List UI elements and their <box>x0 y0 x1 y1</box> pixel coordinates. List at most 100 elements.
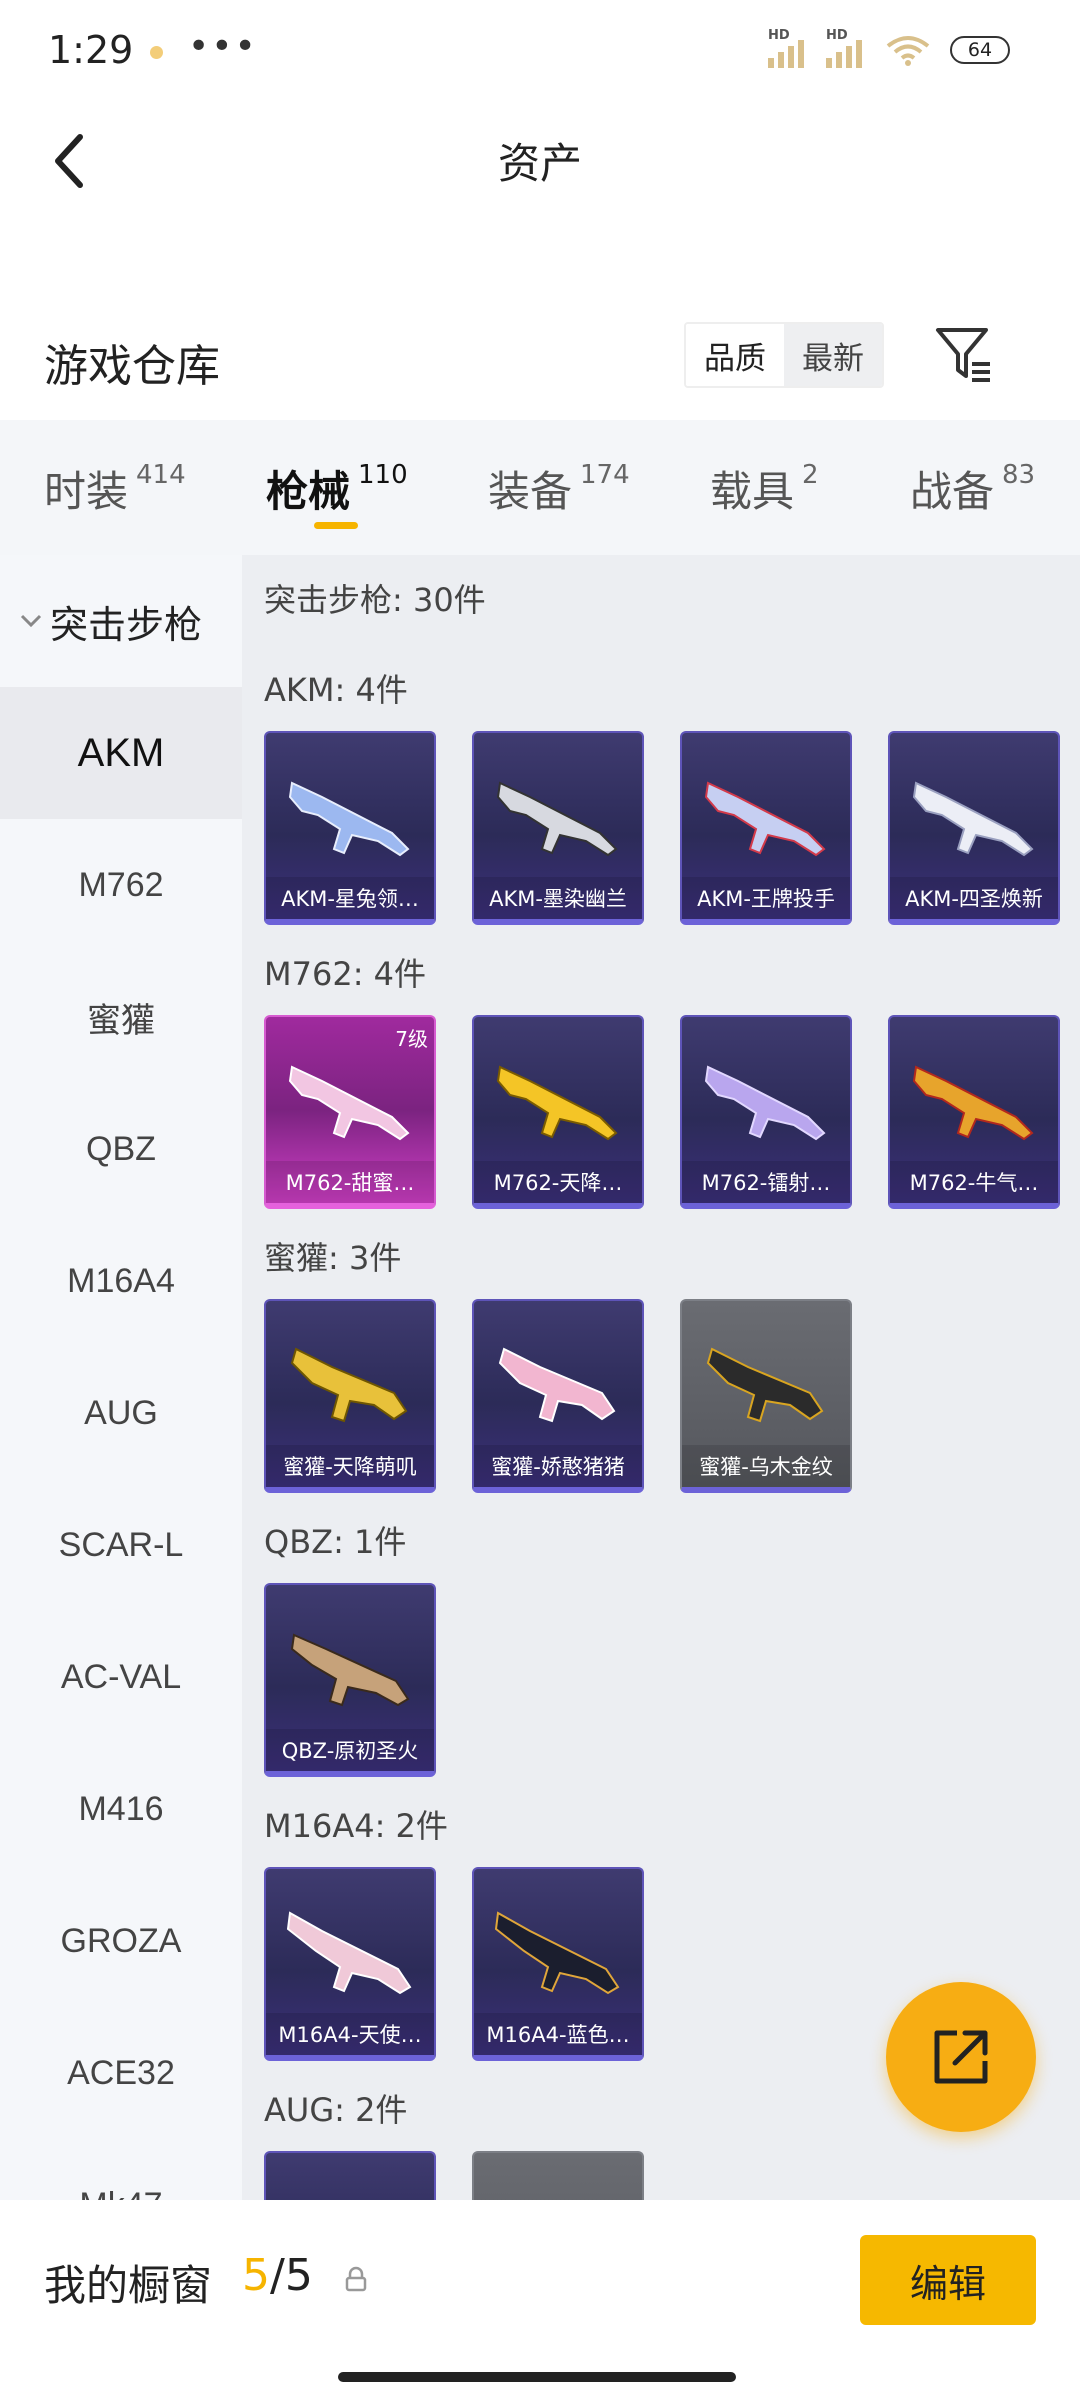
edit-button[interactable]: 编辑 <box>860 2235 1036 2325</box>
showcase-label: 我的橱窗 <box>44 2261 213 2310</box>
share-button[interactable] <box>886 1982 1036 2132</box>
tab-label: 枪械 <box>266 467 351 516</box>
header: 资产 <box>0 100 1080 220</box>
showcase-current: 5 <box>242 2250 270 2301</box>
sidebar-item-honey-badger[interactable]: 蜜獾 <box>0 951 242 1083</box>
bottom-bar: 我的橱窗 5/5 编辑 <box>0 2200 1080 2400</box>
wifi-icon <box>886 36 930 66</box>
tab-supplies[interactable]: 战备 83 <box>910 458 1035 519</box>
chevron-down-icon <box>20 614 42 628</box>
rifle-icon <box>912 781 1034 857</box>
weapon-card[interactable]: 7级 M762-甜蜜… <box>264 1015 436 1209</box>
tab-count: 110 <box>358 460 408 490</box>
status-time: 1:29 <box>48 28 134 72</box>
battery-icon: 64 <box>950 36 1010 64</box>
tab-equipment[interactable]: 装备 174 <box>488 458 630 519</box>
weapon-card-name: QBZ-原初圣火 <box>266 1729 434 1771</box>
weapon-card[interactable]: 蜜獾-乌木金纹 <box>680 1299 852 1493</box>
active-tab-indicator <box>314 522 358 529</box>
weapon-card[interactable]: AKM-墨染幽兰 <box>472 731 644 925</box>
sidebar-item-groza[interactable]: GROZA <box>0 1875 242 2007</box>
section-title-m16a4: M16A4: 2件 <box>264 1807 448 1845</box>
sidebar-item-mk47[interactable]: Mk47 <box>0 2139 242 2201</box>
sidebar-category-label: 突击步枪 <box>50 602 203 647</box>
weapon-card[interactable]: M16A4-天使… <box>264 1867 436 2061</box>
rifle-icon <box>496 781 618 857</box>
weapon-card-name: M762-甜蜜… <box>266 1161 434 1203</box>
tab-label: 装备 <box>488 467 573 516</box>
sidebar-item-qbz[interactable]: QBZ <box>0 1083 242 1215</box>
sidebar-item-m16a4[interactable]: M16A4 <box>0 1215 242 1347</box>
showcase-total: /5 <box>270 2250 313 2301</box>
weapon-card[interactable]: M762-天降… <box>472 1015 644 1209</box>
weapon-card-name: 蜜獾-天降萌叽 <box>266 1445 434 1487</box>
rifle-icon <box>706 1347 824 1423</box>
weapon-card[interactable]: M762-镭射… <box>680 1015 852 1209</box>
weapon-card[interactable]: 蜜獾-娇憨猪猪 <box>472 1299 644 1493</box>
weapon-card[interactable] <box>472 2151 644 2200</box>
weapon-card-name: AKM-王牌投手 <box>682 877 850 919</box>
section-title-aug: AUG: 2件 <box>264 2091 408 2129</box>
signal-icon-1: HD <box>768 28 808 68</box>
rifle-icon <box>704 781 826 857</box>
filter-button[interactable] <box>934 324 994 386</box>
weapon-card-name: M16A4-蓝色… <box>474 2013 642 2055</box>
sidebar-item-m762[interactable]: M762 <box>0 819 242 951</box>
page-title: 资产 <box>497 139 582 188</box>
rifle-icon <box>286 1911 412 1995</box>
tab-count: 174 <box>580 460 630 490</box>
share-external-icon <box>934 2030 988 2084</box>
weapon-card[interactable]: AKM-四圣焕新 <box>888 731 1060 925</box>
weapon-card-name: 蜜獾-娇憨猪猪 <box>474 1445 642 1487</box>
weapon-card-name: AKM-星兔领… <box>266 877 434 919</box>
section-title-qbz: QBZ: 1件 <box>264 1523 407 1561</box>
weapon-card-name: M762-牛气… <box>890 1161 1058 1203</box>
rifle-icon <box>498 1347 616 1423</box>
weapon-card[interactable]: M762-牛气… <box>888 1015 1060 1209</box>
weapon-card[interactable]: AKM-王牌投手 <box>680 731 852 925</box>
weapon-card[interactable] <box>264 2151 436 2200</box>
rifle-icon <box>912 1065 1034 1141</box>
rifle-icon <box>290 1633 410 1707</box>
status-icons: HD HD 64 <box>768 28 1010 68</box>
section-title-akm: AKM: 4件 <box>264 671 408 709</box>
sort-quality-button[interactable]: 品质 <box>686 324 784 386</box>
weapon-card-name: AKM-墨染幽兰 <box>474 877 642 919</box>
weapon-card-name: AKM-四圣焕新 <box>890 877 1058 919</box>
sidebar-category[interactable]: 突击步枪 <box>0 555 242 687</box>
weapon-card[interactable]: QBZ-原初圣火 <box>264 1583 436 1777</box>
weapon-grid: 突击步枪: 30件 AKM: 4件 AKM-星兔领… AKM-墨染幽兰 AKM-… <box>242 555 1080 2200</box>
lock-icon <box>345 2266 367 2292</box>
tab-vehicles[interactable]: 载具 2 <box>710 458 819 519</box>
warehouse-title: 游戏仓库 <box>44 341 220 392</box>
tab-weapons[interactable]: 枪械 110 <box>266 458 408 519</box>
weapon-sidebar: 突击步枪 AKM M762 蜜獾 QBZ M16A4 AUG SCAR-L AC… <box>0 555 242 2200</box>
tab-count: 414 <box>136 460 186 490</box>
more-notifications-icon: ••• <box>188 26 258 67</box>
showcase-count: 5/5 <box>242 2250 313 2301</box>
rifle-icon <box>290 1347 408 1423</box>
hd-label-1: HD <box>768 28 790 43</box>
weapon-card[interactable]: AKM-星兔领… <box>264 731 436 925</box>
home-indicator <box>338 2372 736 2382</box>
section-title-honey-badger: 蜜獾: 3件 <box>264 1239 402 1277</box>
sidebar-item-scar-l[interactable]: SCAR-L <box>0 1479 242 1611</box>
tab-label: 战备 <box>910 467 995 516</box>
sidebar-item-ac-val[interactable]: AC-VAL <box>0 1611 242 1743</box>
sidebar-item-m416[interactable]: M416 <box>0 1743 242 1875</box>
sidebar-item-ace32[interactable]: ACE32 <box>0 2007 242 2139</box>
rifle-icon <box>288 1065 410 1141</box>
rifle-icon <box>704 1065 826 1141</box>
weapon-card-name: M762-天降… <box>474 1161 642 1203</box>
tab-label: 载具 <box>710 467 795 516</box>
weapon-card-name: M16A4-天使… <box>266 2013 434 2055</box>
tab-fashion[interactable]: 时装 414 <box>44 458 186 519</box>
sort-newest-button[interactable]: 最新 <box>784 324 882 386</box>
weapon-card[interactable]: M16A4-蓝色… <box>472 1867 644 2061</box>
sidebar-item-akm[interactable]: AKM <box>0 687 242 819</box>
section-title-m762: M762: 4件 <box>264 955 427 993</box>
sidebar-item-aug[interactable]: AUG <box>0 1347 242 1479</box>
weapon-card-name: M762-镭射… <box>682 1161 850 1203</box>
category-tabs: 时装 414 枪械 110 装备 174 载具 2 战备 83 <box>0 420 1080 555</box>
weapon-card[interactable]: 蜜獾-天降萌叽 <box>264 1299 436 1493</box>
